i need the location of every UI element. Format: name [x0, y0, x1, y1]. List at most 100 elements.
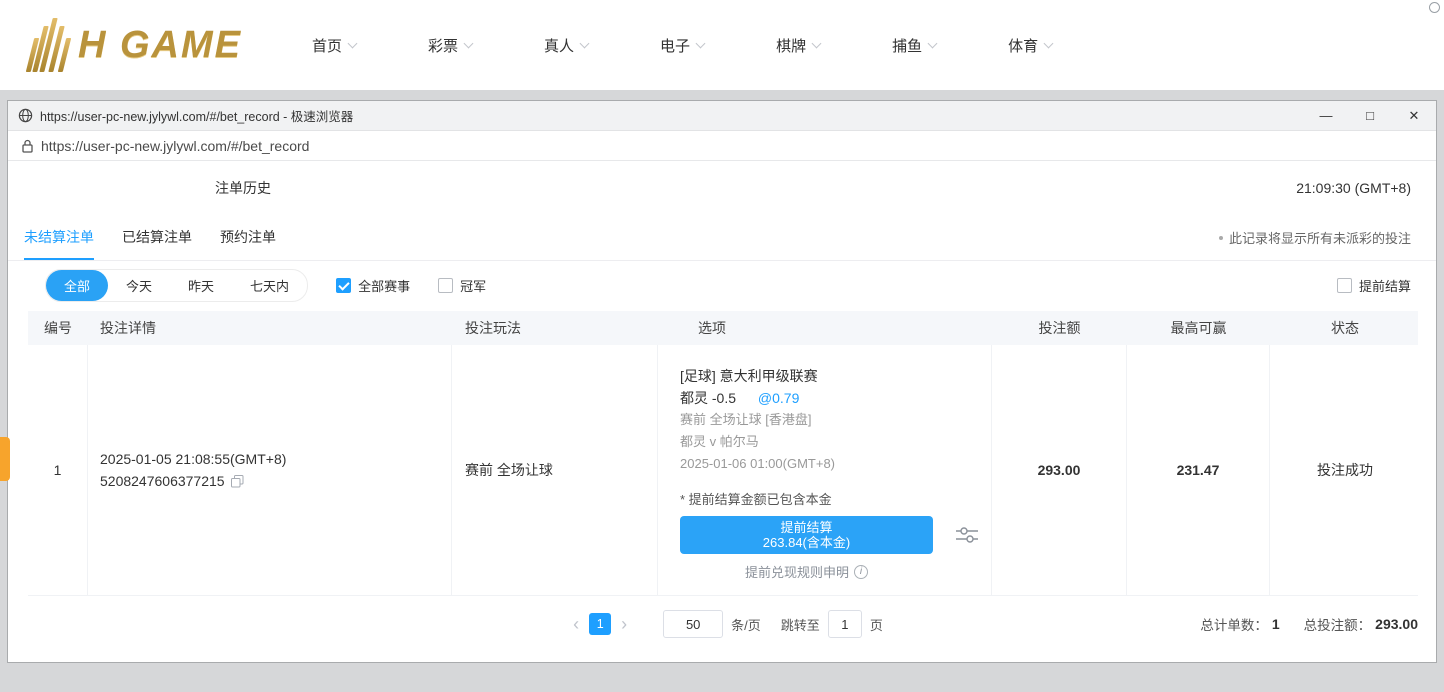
row-no: 1: [28, 345, 88, 595]
total-count-label: 总计单数：: [1200, 614, 1268, 634]
tab-unsettled[interactable]: 未结算注单: [24, 215, 94, 260]
nav-item-cards[interactable]: 棋牌: [776, 35, 820, 56]
nav-item-sports[interactable]: 体育: [1008, 35, 1052, 56]
jump-suffix: 页: [870, 615, 883, 634]
selection: 都灵 -0.5: [680, 390, 736, 406]
copy-icon[interactable]: [231, 475, 244, 488]
chevron-down-icon: [812, 38, 822, 48]
table-row: 1 2025-01-05 21:08:55(GMT+8) 52082476063…: [28, 345, 1418, 595]
page-size-label: 条/页: [731, 615, 761, 634]
range-today[interactable]: 今天: [108, 270, 170, 301]
maxwin-cell: 231.47: [1127, 345, 1270, 595]
total-amount: 293.00: [1375, 616, 1418, 632]
close-button[interactable]: ✕: [1392, 108, 1436, 124]
info-icon: [854, 565, 868, 579]
site-header: H GAME 首页 彩票 真人 电子 棋牌 捕鱼 体育: [0, 0, 1444, 90]
nav-item-fishing[interactable]: 捕鱼: [892, 35, 936, 56]
checkbox-icon[interactable]: [1337, 278, 1352, 293]
cashout-button[interactable]: 提前结算 263.84(含本金): [680, 516, 933, 554]
match-time: 2025-01-06 01:00(GMT+8): [680, 453, 991, 475]
cashout-note: * 提前结算金额已包含本金: [680, 489, 991, 508]
checkbox-icon[interactable]: [336, 278, 351, 293]
bet-id: 5208247606377215: [100, 470, 225, 492]
tune-slider-icon[interactable]: [955, 525, 979, 545]
table-header: 编号 投注详情 投注玩法 选项 投注额 最高可赢 状态: [28, 311, 1418, 345]
totals: 总计单数： 1 总投注额： 293.00: [1200, 614, 1418, 634]
filter-left: 全部 今天 昨天 七天内 全部赛事 冠军: [45, 269, 486, 302]
col-stake: 投注额: [992, 318, 1127, 338]
logo[interactable]: H GAME: [30, 18, 242, 72]
page-size-input[interactable]: [663, 610, 723, 638]
selection-line: 都灵 -0.5 @0.79: [680, 387, 991, 409]
chevron-down-icon: [580, 38, 590, 48]
match: 都灵 v 帕尔马: [680, 431, 991, 453]
cashout-wrap: 提前结算 263.84(含本金): [680, 516, 991, 554]
col-detail: 投注详情: [88, 318, 452, 338]
page-title: 注单历史: [215, 178, 271, 198]
jump-label: 跳转至: [781, 615, 820, 634]
league: [足球] 意大利甲级联赛: [680, 365, 991, 387]
minimize-button[interactable]: —: [1304, 108, 1348, 123]
bet-detail-cell: 2025-01-05 21:08:55(GMT+8) 5208247606377…: [88, 345, 452, 595]
nav-item-lottery[interactable]: 彩票: [428, 35, 472, 56]
stake: 293.00: [992, 462, 1126, 478]
total-count: 1: [1272, 616, 1280, 632]
corner-circle-icon: [1429, 2, 1440, 13]
range-yesterday[interactable]: 昨天: [170, 270, 232, 301]
browser-titlebar: https://user-pc-new.jylywl.com/#/bet_rec…: [8, 101, 1436, 131]
logo-text: H GAME: [78, 24, 242, 67]
chevron-down-icon: [464, 38, 474, 48]
window-title: https://user-pc-new.jylywl.com/#/bet_rec…: [40, 106, 1304, 125]
col-option: 选项: [658, 318, 992, 338]
tabs-row: 未结算注单 已结算注单 预约注单 此记录将显示所有未派彩的投注: [8, 215, 1436, 261]
next-page-icon[interactable]: ›: [611, 614, 637, 635]
total-amount-label: 总投注额：: [1304, 614, 1372, 634]
filter-row: 全部 今天 昨天 七天内 全部赛事 冠军 提前结算: [8, 261, 1436, 309]
tab-note: 此记录将显示所有未派彩的投注: [1219, 228, 1411, 247]
globe-icon: [18, 108, 33, 123]
market: 赛前 全场让球 [香港盘]: [680, 409, 991, 431]
chevron-down-icon: [928, 38, 938, 48]
checkbox-icon[interactable]: [438, 278, 453, 293]
odds: @0.79: [758, 390, 799, 406]
site-nav: 首页 彩票 真人 电子 棋牌 捕鱼 体育: [312, 35, 1052, 56]
bet-id-line: 5208247606377215: [100, 470, 451, 492]
range-all[interactable]: 全部: [46, 270, 108, 301]
nav-item-live[interactable]: 真人: [544, 35, 588, 56]
tab-reserved[interactable]: 预约注单: [220, 215, 276, 260]
status: 投注成功: [1270, 460, 1420, 480]
browser-window: https://user-pc-new.jylywl.com/#/bet_rec…: [7, 100, 1437, 663]
status-cell: 投注成功: [1270, 345, 1420, 595]
url-text: https://user-pc-new.jylywl.com/#/bet_rec…: [41, 138, 309, 154]
address-bar[interactable]: https://user-pc-new.jylywl.com/#/bet_rec…: [8, 131, 1436, 161]
prev-page-icon[interactable]: ‹: [563, 614, 589, 635]
tabs: 未结算注单 已结算注单 预约注单: [24, 215, 276, 260]
chevron-down-icon: [348, 38, 358, 48]
checkbox-early-settle[interactable]: 提前结算: [1337, 276, 1411, 295]
floating-edge-tab[interactable]: [0, 437, 10, 481]
range-7days[interactable]: 七天内: [232, 270, 307, 301]
jump-page-input[interactable]: [828, 610, 862, 638]
chevron-down-icon: [1044, 38, 1054, 48]
title-row: 注单历史 21:09:30 (GMT+8): [8, 161, 1436, 215]
lock-icon: [22, 139, 33, 153]
date-range-group: 全部 今天 昨天 七天内: [45, 269, 308, 302]
tab-settled[interactable]: 已结算注单: [122, 215, 192, 260]
maximize-button[interactable]: □: [1348, 108, 1392, 123]
checkbox-all-events[interactable]: 全部赛事: [336, 276, 410, 295]
play-type: 赛前 全场让球: [452, 345, 658, 595]
bottom-pad: [8, 652, 1436, 662]
nav-item-slots[interactable]: 电子: [660, 35, 704, 56]
chevron-down-icon: [696, 38, 706, 48]
col-play: 投注玩法: [452, 318, 658, 338]
checkbox-champion[interactable]: 冠军: [438, 276, 486, 295]
bet-table: 编号 投注详情 投注玩法 选项 投注额 最高可赢 状态 1 2025-01-05…: [28, 311, 1418, 596]
cashout-rules-link[interactable]: 提前兑现规则申明: [680, 562, 933, 581]
current-page[interactable]: 1: [589, 613, 611, 635]
nav-item-home[interactable]: 首页: [312, 35, 356, 56]
max-win: 231.47: [1127, 462, 1269, 478]
bet-time: 2025-01-05 21:08:55(GMT+8): [100, 448, 451, 470]
clock: 21:09:30 (GMT+8): [1296, 180, 1411, 196]
pagination: ‹ 1 › 条/页 跳转至 页 总计单数： 1 总投注额： 293.00: [28, 596, 1418, 652]
page-content: 注单历史 21:09:30 (GMT+8) 未结算注单 已结算注单 预约注单 此…: [8, 161, 1436, 662]
